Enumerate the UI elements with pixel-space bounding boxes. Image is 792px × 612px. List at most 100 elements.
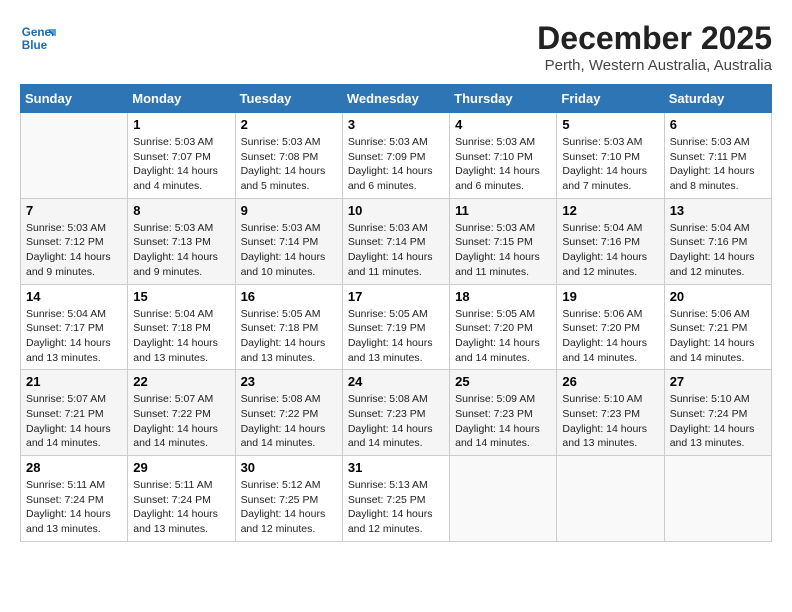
day-number: 10 [348, 203, 444, 218]
day-number: 16 [241, 289, 337, 304]
day-number: 31 [348, 460, 444, 475]
calendar-cell: 28 Sunrise: 5:11 AMSunset: 7:24 PMDayligh… [21, 456, 128, 542]
day-number: 12 [562, 203, 658, 218]
day-number: 4 [455, 117, 551, 132]
calendar-cell: 13 Sunrise: 5:04 AMSunset: 7:16 PMDayligh… [664, 198, 771, 284]
calendar-cell: 23Sunrise: 5:08 AMSunset: 7:22 PMDayligh… [235, 370, 342, 456]
day-info: Sunrise: 5:06 AMSunset: 7:21 PMDaylight:… [670, 307, 766, 366]
calendar-week-3: 14 Sunrise: 5:04 AMSunset: 7:17 PMDayligh… [21, 284, 772, 370]
calendar-cell: 10Sunrise: 5:03 AMSunset: 7:14 PMDayligh… [342, 198, 449, 284]
calendar-week-2: 7 Sunrise: 5:03 AMSunset: 7:12 PMDaylight… [21, 198, 772, 284]
day-number: 22 [133, 374, 229, 389]
calendar-cell: 20 Sunrise: 5:06 AMSunset: 7:21 PMDayligh… [664, 284, 771, 370]
day-info: Sunrise: 5:03 AMSunset: 7:13 PMDaylight:… [133, 221, 229, 280]
calendar-cell: 6 Sunrise: 5:03 AMSunset: 7:11 PMDaylight… [664, 113, 771, 199]
day-info: Sunrise: 5:03 AMSunset: 7:14 PMDaylight:… [241, 221, 337, 280]
calendar-week-5: 28 Sunrise: 5:11 AMSunset: 7:24 PMDayligh… [21, 456, 772, 542]
calendar-cell: 7 Sunrise: 5:03 AMSunset: 7:12 PMDaylight… [21, 198, 128, 284]
day-header-saturday: Saturday [664, 85, 771, 113]
day-number: 20 [670, 289, 766, 304]
day-info: Sunrise: 5:07 AMSunset: 7:22 PMDaylight:… [133, 392, 229, 451]
day-info: Sunrise: 5:10 AMSunset: 7:23 PMDaylight:… [562, 392, 658, 451]
page-header: General Blue December 2025 Perth, Wester… [20, 20, 772, 74]
day-info: Sunrise: 5:03 AMSunset: 7:10 PMDaylight:… [455, 135, 551, 194]
day-info: Sunrise: 5:03 AMSunset: 7:08 PMDaylight:… [241, 135, 337, 194]
calendar-table: SundayMondayTuesdayWednesdayThursdayFrid… [20, 84, 772, 542]
calendar-cell: 12 Sunrise: 5:04 AMSunset: 7:16 PMDayligh… [557, 198, 664, 284]
calendar-cell [450, 456, 557, 542]
day-number: 3 [348, 117, 444, 132]
calendar-cell: 9 Sunrise: 5:03 AMSunset: 7:14 PMDaylight… [235, 198, 342, 284]
day-info: Sunrise: 5:12 AMSunset: 7:25 PMDaylight:… [241, 478, 337, 537]
day-number: 1 [133, 117, 229, 132]
day-header-wednesday: Wednesday [342, 85, 449, 113]
calendar-cell: 1 Sunrise: 5:03 AMSunset: 7:07 PMDaylight… [128, 113, 235, 199]
day-header-thursday: Thursday [450, 85, 557, 113]
day-info: Sunrise: 5:03 AMSunset: 7:07 PMDaylight:… [133, 135, 229, 194]
calendar-cell: 31 Sunrise: 5:13 AMSunset: 7:25 PMDayligh… [342, 456, 449, 542]
calendar-cell: 27 Sunrise: 5:10 AMSunset: 7:24 PMDayligh… [664, 370, 771, 456]
day-number: 28 [26, 460, 122, 475]
day-info: Sunrise: 5:04 AMSunset: 7:18 PMDaylight:… [133, 307, 229, 366]
day-number: 18 [455, 289, 551, 304]
day-info: Sunrise: 5:06 AMSunset: 7:20 PMDaylight:… [562, 307, 658, 366]
day-number: 14 [26, 289, 122, 304]
day-number: 5 [562, 117, 658, 132]
day-number: 25 [455, 374, 551, 389]
day-number: 19 [562, 289, 658, 304]
day-info: Sunrise: 5:13 AMSunset: 7:25 PMDaylight:… [348, 478, 444, 537]
calendar-cell: 11 Sunrise: 5:03 AMSunset: 7:15 PMDayligh… [450, 198, 557, 284]
location-subtitle: Perth, Western Australia, Australia [537, 57, 772, 74]
day-number: 17 [348, 289, 444, 304]
day-info: Sunrise: 5:04 AMSunset: 7:16 PMDaylight:… [670, 221, 766, 280]
calendar-cell: 2 Sunrise: 5:03 AMSunset: 7:08 PMDaylight… [235, 113, 342, 199]
day-info: Sunrise: 5:03 AMSunset: 7:09 PMDaylight:… [348, 135, 444, 194]
day-info: Sunrise: 5:03 AMSunset: 7:15 PMDaylight:… [455, 221, 551, 280]
day-number: 8 [133, 203, 229, 218]
calendar-cell: 4 Sunrise: 5:03 AMSunset: 7:10 PMDaylight… [450, 113, 557, 199]
calendar-cell: 26Sunrise: 5:10 AMSunset: 7:23 PMDayligh… [557, 370, 664, 456]
day-info: Sunrise: 5:04 AMSunset: 7:16 PMDaylight:… [562, 221, 658, 280]
day-header-sunday: Sunday [21, 85, 128, 113]
calendar-cell: 17 Sunrise: 5:05 AMSunset: 7:19 PMDayligh… [342, 284, 449, 370]
day-info: Sunrise: 5:03 AMSunset: 7:11 PMDaylight:… [670, 135, 766, 194]
calendar-cell [664, 456, 771, 542]
day-number: 11 [455, 203, 551, 218]
calendar-cell [557, 456, 664, 542]
day-number: 6 [670, 117, 766, 132]
day-info: Sunrise: 5:05 AMSunset: 7:18 PMDaylight:… [241, 307, 337, 366]
calendar-cell: 29Sunrise: 5:11 AMSunset: 7:24 PMDayligh… [128, 456, 235, 542]
day-info: Sunrise: 5:05 AMSunset: 7:20 PMDaylight:… [455, 307, 551, 366]
calendar-cell: 25 Sunrise: 5:09 AMSunset: 7:23 PMDayligh… [450, 370, 557, 456]
day-info: Sunrise: 5:09 AMSunset: 7:23 PMDaylight:… [455, 392, 551, 451]
day-info: Sunrise: 5:05 AMSunset: 7:19 PMDaylight:… [348, 307, 444, 366]
day-info: Sunrise: 5:11 AMSunset: 7:24 PMDaylight:… [26, 478, 122, 537]
calendar-cell: 15 Sunrise: 5:04 AMSunset: 7:18 PMDayligh… [128, 284, 235, 370]
day-info: Sunrise: 5:11 AMSunset: 7:24 PMDaylight:… [133, 478, 229, 537]
day-number: 9 [241, 203, 337, 218]
calendar-cell: 16 Sunrise: 5:05 AMSunset: 7:18 PMDayligh… [235, 284, 342, 370]
calendar-cell: 5 Sunrise: 5:03 AMSunset: 7:10 PMDaylight… [557, 113, 664, 199]
day-info: Sunrise: 5:10 AMSunset: 7:24 PMDaylight:… [670, 392, 766, 451]
day-number: 27 [670, 374, 766, 389]
svg-text:Blue: Blue [22, 39, 48, 52]
day-info: Sunrise: 5:07 AMSunset: 7:21 PMDaylight:… [26, 392, 122, 451]
day-info: Sunrise: 5:04 AMSunset: 7:17 PMDaylight:… [26, 307, 122, 366]
day-info: Sunrise: 5:03 AMSunset: 7:10 PMDaylight:… [562, 135, 658, 194]
day-info: Sunrise: 5:03 AMSunset: 7:12 PMDaylight:… [26, 221, 122, 280]
calendar-cell: 3 Sunrise: 5:03 AMSunset: 7:09 PMDaylight… [342, 113, 449, 199]
day-number: 15 [133, 289, 229, 304]
day-number: 21 [26, 374, 122, 389]
day-number: 2 [241, 117, 337, 132]
calendar-cell: 24Sunrise: 5:08 AMSunset: 7:23 PMDayligh… [342, 370, 449, 456]
day-header-friday: Friday [557, 85, 664, 113]
day-number: 7 [26, 203, 122, 218]
day-header-monday: Monday [128, 85, 235, 113]
calendar-cell: 30Sunrise: 5:12 AMSunset: 7:25 PMDayligh… [235, 456, 342, 542]
calendar-cell: 14 Sunrise: 5:04 AMSunset: 7:17 PMDayligh… [21, 284, 128, 370]
logo-icon: General Blue [20, 20, 56, 56]
calendar-cell [21, 113, 128, 199]
month-title: December 2025 [537, 20, 772, 57]
day-number: 13 [670, 203, 766, 218]
calendar-cell: 19 Sunrise: 5:06 AMSunset: 7:20 PMDayligh… [557, 284, 664, 370]
